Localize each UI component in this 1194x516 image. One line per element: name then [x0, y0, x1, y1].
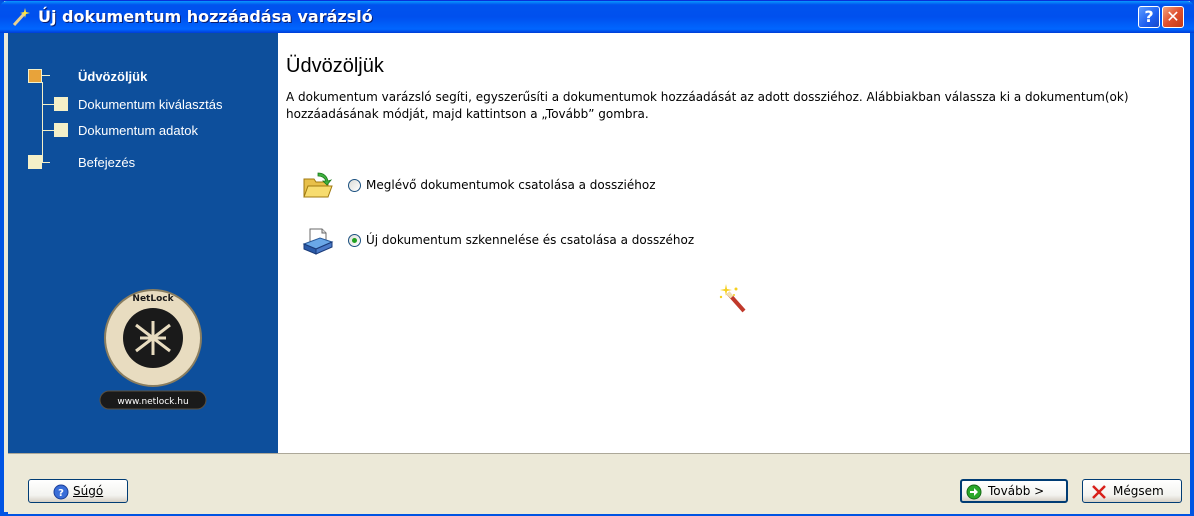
netlock-logo: NetLock www.netlock.hu [99, 289, 207, 410]
step-label: Befejezés [78, 155, 136, 170]
cancel-button[interactable]: Mégsem [1082, 479, 1182, 503]
wizard-window: Új dokumentum hozzáadása varázsló ? ✕ Üd… [0, 0, 1194, 516]
content-panel: Üdvözöljük A dokumentum varázsló segíti,… [278, 33, 1190, 453]
folder-open-icon [303, 172, 333, 198]
help-title-button[interactable]: ? [1138, 6, 1160, 28]
help-button[interactable]: ? Súgó [28, 479, 128, 503]
logo-top-text: NetLock [132, 294, 174, 304]
steps-sidebar: Üdvözöljük Dokumentum kiválasztás Dokume… [8, 33, 278, 453]
description-text: A dokumentum varázsló segíti, egyszerűsí… [286, 90, 1129, 121]
step-marker-icon [54, 97, 68, 111]
svg-text:?: ? [58, 488, 64, 499]
magic-wand-icon [12, 8, 30, 27]
option-attach-existing[interactable]: Meglévő dokumentumok csatolása a dosszié… [302, 171, 902, 201]
arrow-right-icon [966, 484, 982, 500]
step-label: Dokumentum kiválasztás [78, 97, 223, 112]
scanner-icon [302, 228, 334, 255]
option-scan-new[interactable]: Új dokumentum szkennelése és csatolása a… [302, 226, 902, 256]
window-title: Új dokumentum hozzáadása varázsló [38, 7, 373, 26]
close-title-button[interactable]: ✕ [1162, 6, 1184, 28]
steps-connector [42, 130, 54, 131]
logo-url: www.netlock.hu [117, 397, 188, 407]
steps-connector [42, 104, 54, 105]
step-marker-icon [28, 155, 42, 169]
help-button-label: Súgó [73, 484, 104, 498]
steps-connector [42, 82, 43, 162]
page-title: Üdvözöljük [286, 55, 384, 77]
magic-wand-icon [719, 284, 746, 313]
step-marker-icon [54, 123, 68, 137]
next-button[interactable]: Tovább > [960, 479, 1068, 503]
title-bar[interactable]: Új dokumentum hozzáadása varázsló ? ✕ [0, 1, 1194, 33]
help-icon: ? [53, 484, 69, 500]
step-label: Dokumentum adatok [78, 123, 198, 138]
radio-scan-new[interactable] [348, 234, 361, 247]
close-icon [1092, 485, 1106, 499]
radio-selected-dot [352, 238, 357, 243]
step-marker-icon [28, 69, 42, 83]
cancel-button-label: Mégsem [1113, 484, 1164, 498]
option-label: Meglévő dokumentumok csatolása a dosszié… [366, 178, 656, 192]
option-label: Új dokumentum szkennelése és csatolása a… [366, 233, 695, 247]
step-label: Üdvözöljük [78, 69, 148, 84]
next-button-label: Tovább > [988, 484, 1045, 498]
button-bar: ? Súgó Tovább > Mégsem [8, 453, 1190, 514]
radio-attach-existing[interactable] [348, 179, 361, 192]
